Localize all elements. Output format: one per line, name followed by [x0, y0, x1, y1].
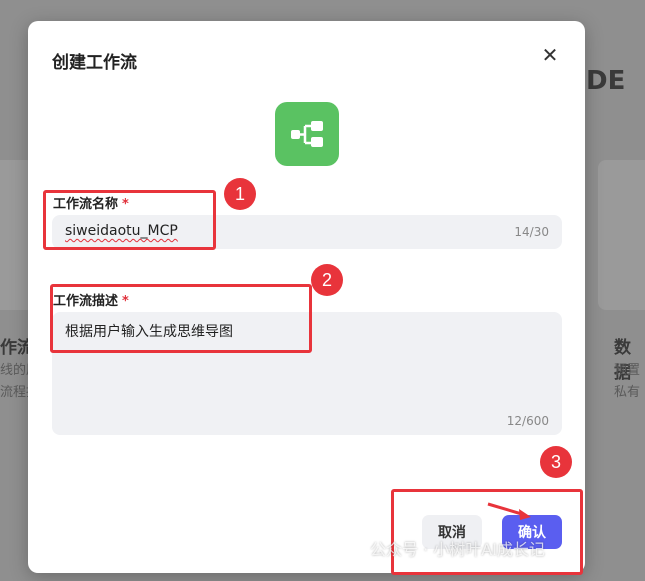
annotation-number-1: 1: [224, 178, 256, 210]
workflow-icon: [291, 121, 323, 147]
watermark: 公众号 · 小树叶AI成长记: [370, 540, 545, 559]
background-card-right: [598, 160, 645, 310]
annotation-box-description: [50, 284, 312, 353]
annotation-arrow: [487, 502, 531, 520]
background-right-line-2: 私有: [614, 385, 641, 400]
annotation-number-3: 3: [540, 446, 572, 478]
background-letters: DE: [586, 66, 626, 96]
name-char-counter: 14/30: [514, 225, 549, 239]
dialog-title: 创建工作流: [52, 53, 137, 73]
close-icon: ✕: [541, 45, 559, 67]
workflow-app-icon: [275, 102, 339, 166]
description-char-counter: 12/600: [506, 414, 549, 428]
annotation-number-2: 2: [311, 264, 343, 296]
close-button[interactable]: ✕: [539, 45, 561, 67]
annotation-box-name: [43, 190, 216, 250]
